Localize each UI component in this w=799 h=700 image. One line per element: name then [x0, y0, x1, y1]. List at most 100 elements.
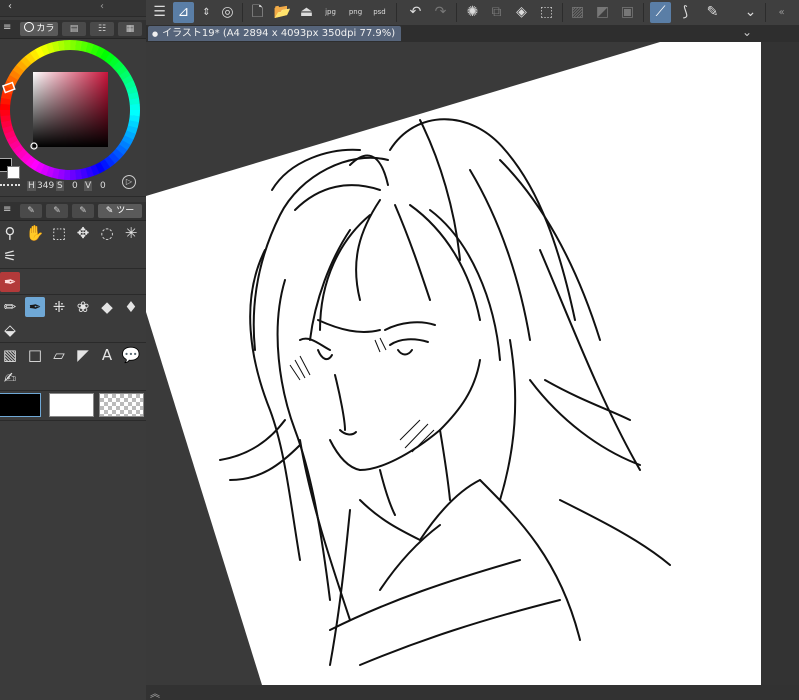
paper	[146, 42, 761, 685]
document-tab[interactable]: ● イラスト19* (A4 2894 x 4093px 350dpi 77.9%)	[148, 26, 402, 41]
balloon-icon[interactable]: 💬	[121, 345, 141, 365]
pen-pressure-icon[interactable]: ✎	[702, 2, 723, 23]
saturation-value-shade	[33, 72, 108, 147]
figure-icon[interactable]: □	[25, 345, 45, 365]
object-select-icon[interactable]: ⬚	[49, 223, 69, 243]
export-psd-icon[interactable]: psd	[369, 2, 390, 23]
saturation-value[interactable]: 0	[72, 181, 78, 191]
stabilize-icon[interactable]: ⟋	[650, 2, 671, 23]
blend-icon[interactable]: ♦	[121, 297, 141, 317]
curve-icon[interactable]: ⟆	[675, 2, 696, 23]
updown-icon[interactable]: ⇕	[196, 2, 217, 23]
hue-value[interactable]: 349	[37, 181, 54, 191]
sub-color-swatch[interactable]	[7, 166, 20, 179]
left-panel: ‹ ‹ ≡ カラ ▤ ☷ ▦ H 349 S 0 V 0 ▷ ≡ ✎ ✎ ✎ ✎…	[0, 0, 147, 700]
move-icon[interactable]: ✥	[73, 223, 93, 243]
color-tab-label: カラ	[36, 24, 55, 34]
tab-color-slider[interactable]: ▤	[62, 22, 86, 36]
color-wheel-tab-icon	[23, 22, 34, 32]
menu-icon[interactable]: ☰	[149, 2, 170, 23]
record-icon[interactable]: ◎	[217, 2, 238, 23]
tab-color-wheel[interactable]: カラ	[20, 22, 58, 36]
tool-tab-label: ツー	[116, 206, 135, 216]
value-label: V	[84, 181, 93, 191]
loading-icon[interactable]: ✺	[462, 2, 483, 23]
expand-panel-icon[interactable]: «	[771, 2, 792, 23]
hue-segment[interactable]	[129, 103, 141, 111]
pencil-tab-icon: ✎	[53, 206, 61, 216]
pen-tool-icon[interactable]: ✒	[0, 272, 20, 292]
transparent-drawing-color[interactable]	[99, 393, 144, 417]
divider	[0, 420, 146, 421]
tab-sub-tool-1[interactable]: ✎	[20, 204, 42, 218]
magic-wand-icon[interactable]: ✳	[121, 223, 141, 243]
divider	[562, 3, 563, 22]
export-jpg-icon[interactable]: jpg	[320, 2, 341, 23]
mask-icon[interactable]: ▨	[567, 2, 588, 23]
tab-tool[interactable]: ✎ ツー	[98, 204, 142, 218]
fill-tool-icon[interactable]: ⬙	[0, 320, 20, 340]
panel-menu-icon[interactable]: ≡	[3, 22, 11, 33]
tool-panel-menu-icon[interactable]: ≡	[3, 204, 11, 215]
canvas-sheet[interactable]	[146, 42, 761, 685]
document-tab-bar: ● イラスト19* (A4 2894 x 4093px 350dpi 77.9%)…	[146, 25, 799, 42]
export-png-icon[interactable]: png	[345, 2, 366, 23]
sub-drawing-color[interactable]	[49, 393, 94, 417]
open-icon[interactable]: 📂	[272, 2, 293, 23]
document-tab-title: イラスト19* (A4 2894 x 4093px 350dpi 77.9%)	[162, 28, 396, 39]
hand-icon[interactable]: ✋	[25, 223, 45, 243]
brush-tab-icon: ✎	[79, 206, 87, 216]
color-set-tab-icon: ☷	[97, 24, 107, 34]
color-wheel[interactable]	[0, 38, 146, 198]
undo-icon[interactable]: ↶	[405, 2, 426, 23]
new-icon[interactable]: 🗋	[247, 2, 268, 23]
decoration-icon[interactable]: ❀	[73, 297, 93, 317]
transform-icon[interactable]: ⧉	[486, 2, 507, 23]
tab-list-icon[interactable]: ⌄	[742, 25, 752, 39]
correct-line-icon[interactable]: ✍	[0, 368, 20, 388]
color-mode-icon[interactable]: ▷	[122, 175, 136, 189]
crop-icon[interactable]: ⬚	[536, 2, 557, 23]
eraser-icon[interactable]: ◆	[97, 297, 117, 317]
unsaved-dot-icon: ●	[152, 30, 159, 38]
tab-color-set[interactable]: ☷	[90, 22, 114, 36]
tab-sub-tool-2[interactable]: ✎	[46, 204, 68, 218]
fill-icon[interactable]: ◈	[511, 2, 532, 23]
eyedropper-icon[interactable]: ⚟	[0, 246, 20, 266]
panel-collapse-icon[interactable]: ‹	[8, 1, 12, 12]
frame-border-icon[interactable]: ▱	[49, 345, 69, 365]
tab-intermediate-color[interactable]: ▦	[118, 22, 142, 36]
divider	[0, 196, 146, 197]
canvas-area[interactable]	[146, 42, 761, 685]
value-value[interactable]: 0	[100, 181, 106, 191]
panel-minimize-icon[interactable]: ‹	[100, 1, 104, 12]
pencil-icon[interactable]: ✏	[0, 297, 20, 317]
zoom-icon[interactable]: ⚲	[0, 223, 20, 243]
tab-sub-tool-3[interactable]: ✎	[72, 204, 94, 218]
canvas-icon[interactable]: ⊿	[173, 2, 194, 23]
save-icon[interactable]: ⏏	[296, 2, 317, 23]
saturation-label: S	[56, 181, 64, 191]
export-jpg-label: jpg	[325, 8, 336, 16]
gradient-icon[interactable]: ◩	[592, 2, 613, 23]
redo-icon[interactable]: ↷	[430, 2, 451, 23]
hue-segment[interactable]	[69, 169, 77, 181]
pen-tab-icon: ✎	[27, 206, 35, 216]
transparent-swatch-icon[interactable]	[0, 184, 20, 190]
lasso-icon[interactable]: ◌	[97, 223, 117, 243]
text-icon[interactable]: A	[97, 345, 117, 365]
frame-icon[interactable]: ▣	[617, 2, 638, 23]
ruler-icon[interactable]: ◤	[73, 345, 93, 365]
hue-segment[interactable]	[0, 109, 11, 117]
brush-icon[interactable]: ✒	[25, 297, 45, 317]
collapse-icon[interactable]: ⌄	[740, 2, 761, 23]
panel-header: ‹ ‹	[0, 0, 146, 17]
airbrush-icon[interactable]: ⁜	[49, 297, 69, 317]
gradient-tool-icon[interactable]: ▧	[0, 345, 20, 365]
main-drawing-color[interactable]	[0, 393, 41, 417]
divider	[0, 342, 146, 343]
expand-up-icon[interactable]: ︽	[150, 685, 160, 700]
slider-tab-icon: ▤	[69, 24, 79, 34]
export-png-label: png	[348, 8, 363, 16]
hue-segment[interactable]	[63, 39, 71, 51]
